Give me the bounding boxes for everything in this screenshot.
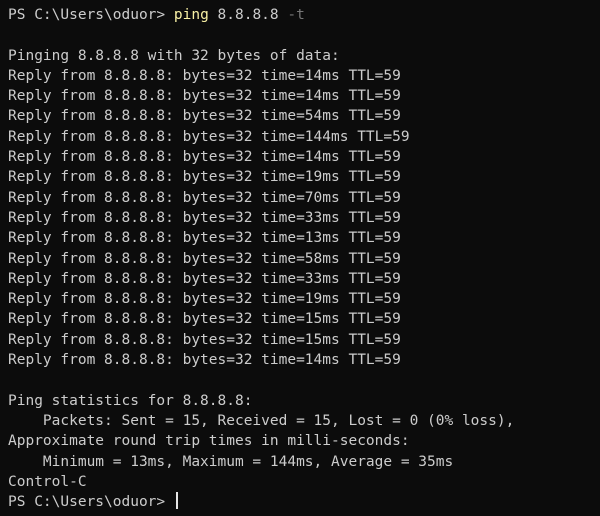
command-flag: -t: [287, 7, 305, 23]
prompt: PS C:\Users\oduor>: [8, 7, 174, 23]
reply-line: Reply from 8.8.8.8: bytes=32 time=14ms T…: [8, 352, 401, 369]
reply-line: Reply from 8.8.8.8: bytes=32 time=54ms T…: [8, 108, 401, 125]
reply-line: Reply from 8.8.8.8: bytes=32 time=13ms T…: [8, 230, 401, 247]
reply-line: Reply from 8.8.8.8: bytes=32 time=70ms T…: [8, 189, 401, 206]
active-prompt-line[interactable]: PS C:\Users\oduor>: [8, 492, 600, 512]
reply-list: Reply from 8.8.8.8: bytes=32 time=14ms T…: [8, 66, 600, 370]
packets-summary: Packets: Sent = 15, Received = 15, Lost …: [8, 412, 515, 429]
reply-line: Reply from 8.8.8.8: bytes=32 time=58ms T…: [8, 250, 401, 267]
reply-line: Reply from 8.8.8.8: bytes=32 time=15ms T…: [8, 331, 401, 348]
text-cursor: [175, 492, 178, 510]
stats-header: Ping statistics for 8.8.8.8:: [8, 392, 253, 409]
reply-line: Reply from 8.8.8.8: bytes=32 time=14ms T…: [8, 88, 401, 105]
command-name: ping: [173, 7, 209, 23]
reply-line: Reply from 8.8.8.8: bytes=32 time=14ms T…: [8, 67, 401, 84]
interrupt-line: Control-C: [8, 473, 87, 490]
command-target: 8.8.8.8: [217, 7, 279, 23]
terminal-window[interactable]: PS C:\Users\oduor> ping 8.8.8.8 -t Pingi…: [0, 0, 600, 516]
reply-line: Reply from 8.8.8.8: bytes=32 time=15ms T…: [8, 311, 401, 328]
reply-line: Reply from 8.8.8.8: bytes=32 time=144ms …: [8, 128, 410, 145]
reply-line: Reply from 8.8.8.8: bytes=32 time=14ms T…: [8, 149, 401, 166]
final-prompt: PS C:\Users\oduor>: [8, 494, 174, 511]
reply-line: Reply from 8.8.8.8: bytes=32 time=19ms T…: [8, 169, 401, 186]
reply-line: Reply from 8.8.8.8: bytes=32 time=19ms T…: [8, 291, 401, 308]
rtt-summary: Minimum = 13ms, Maximum = 144ms, Average…: [8, 453, 454, 470]
reply-line: Reply from 8.8.8.8: bytes=32 time=33ms T…: [8, 270, 401, 287]
ping-header: Pinging 8.8.8.8 with 32 bytes of data:: [8, 47, 340, 64]
command-line: PS C:\Users\oduor> ping 8.8.8.8 -t: [8, 5, 600, 25]
rtt-header: Approximate round trip times in milli-se…: [8, 433, 410, 450]
reply-line: Reply from 8.8.8.8: bytes=32 time=33ms T…: [8, 209, 401, 226]
